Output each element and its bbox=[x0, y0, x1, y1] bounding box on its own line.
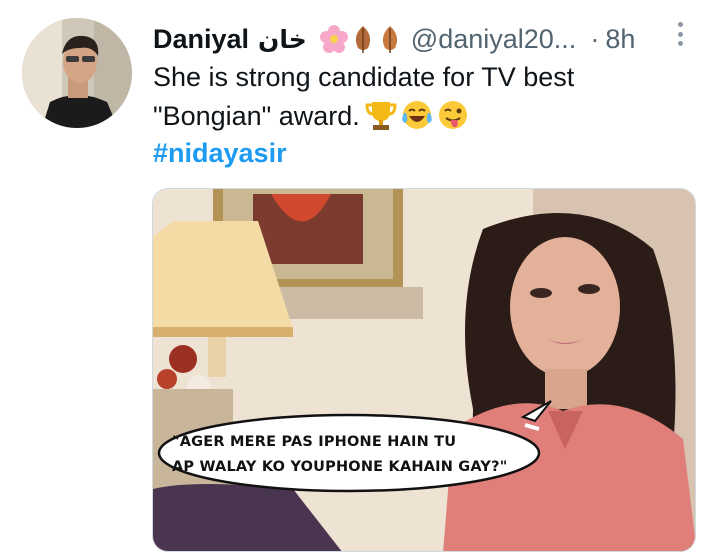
tweet-text-line: She is strong candidate for TV best bbox=[153, 62, 575, 92]
speech-bubble-line: "AGER MERE PAS IPHONE HAIN TU bbox=[172, 434, 457, 450]
tears-of-joy-icon bbox=[402, 101, 432, 129]
fallen-leaf-icon bbox=[382, 26, 397, 53]
speech-bubble-line: AP WALAY KO YOUPHONE KAHAIN GAY?" bbox=[172, 459, 508, 475]
more-dot bbox=[677, 41, 683, 46]
tweet-media-image[interactable] bbox=[152, 188, 696, 552]
user-handle[interactable]: @daniyal20... bbox=[411, 24, 577, 55]
speech-bubble-text: "AGER MERE PAS IPHONE HAIN TU AP WALAY KO… bbox=[172, 430, 522, 480]
timestamp[interactable]: 8h bbox=[605, 24, 635, 55]
tweet-header: Daniyal خان @daniyal20... · 8h bbox=[153, 20, 693, 58]
avatar[interactable] bbox=[22, 18, 132, 128]
more-dot bbox=[677, 22, 683, 27]
separator-dot: · bbox=[590, 23, 600, 54]
display-name[interactable]: Daniyal bbox=[153, 24, 249, 55]
avatar-photo bbox=[22, 18, 132, 128]
tweet-text-line: "Bongian" award. bbox=[153, 101, 360, 131]
tweet-text: She is strong candidate for TV best "Bon… bbox=[153, 58, 693, 136]
tweet-text-line-with-emoji: "Bongian" award. bbox=[153, 97, 693, 136]
trophy-icon bbox=[365, 102, 397, 130]
name-emoji-group bbox=[319, 24, 403, 54]
cherry-blossom-icon bbox=[319, 25, 348, 53]
more-options-icon[interactable] bbox=[672, 18, 688, 50]
winking-tongue-icon bbox=[438, 101, 467, 129]
media-photo bbox=[153, 189, 695, 551]
fallen-leaf-icon bbox=[355, 26, 370, 53]
hashtag-link[interactable]: #nidayasir bbox=[153, 138, 287, 169]
more-dot bbox=[677, 31, 683, 37]
reaction-emoji-group bbox=[364, 99, 470, 131]
display-name-urdu[interactable]: خان bbox=[258, 25, 307, 54]
